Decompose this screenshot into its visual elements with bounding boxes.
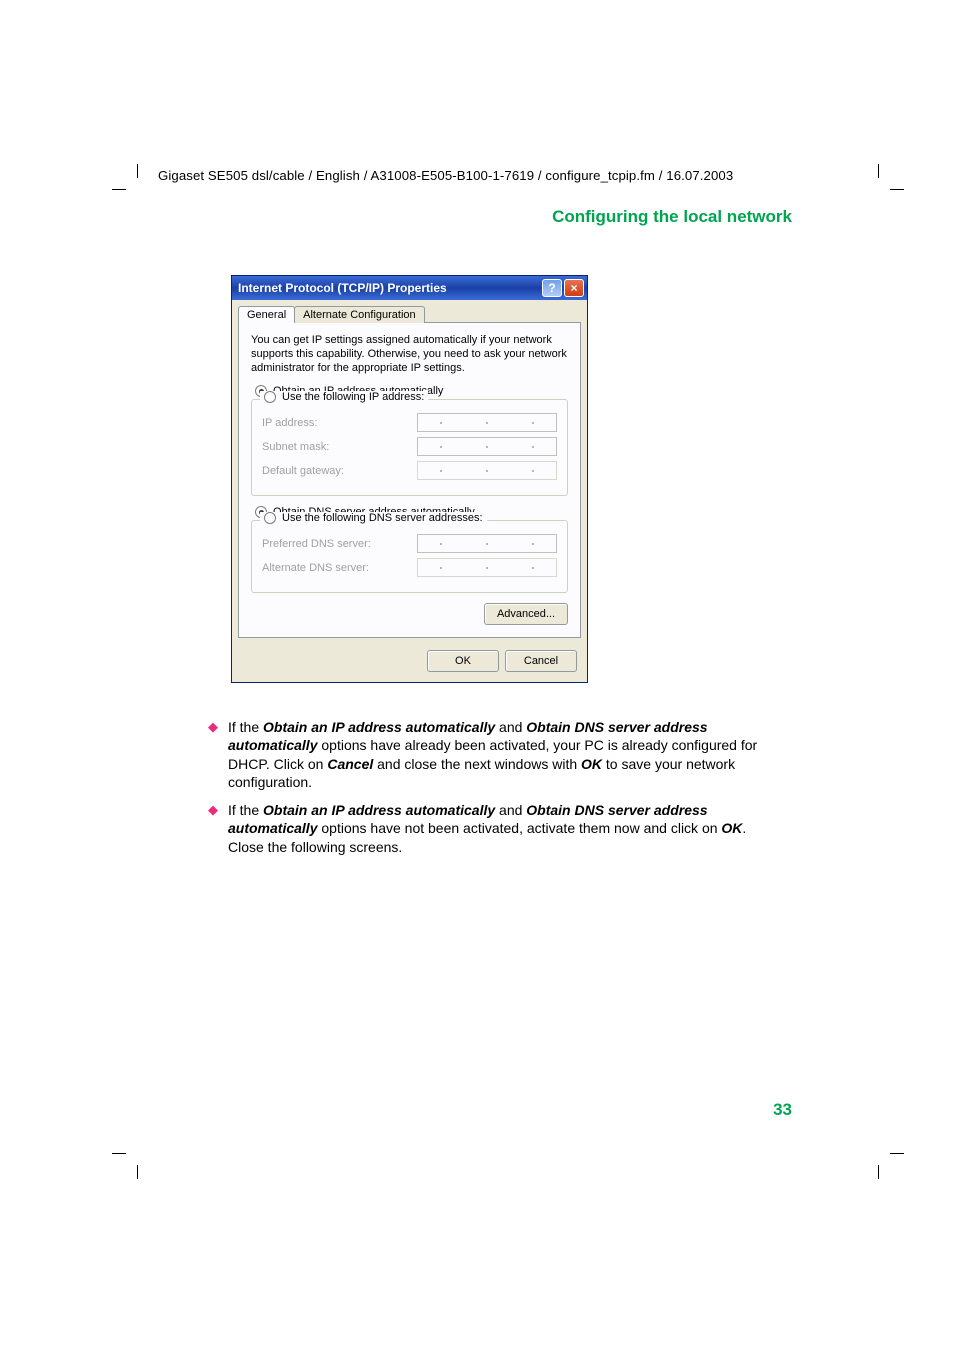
crop-mark bbox=[137, 1165, 138, 1179]
page: Gigaset SE505 dsl/cable / English / A310… bbox=[0, 0, 954, 1351]
list-text: If the Obtain an IP address automaticall… bbox=[228, 718, 782, 792]
page-number: 33 bbox=[773, 1100, 792, 1120]
ok-button[interactable]: OK bbox=[427, 650, 499, 672]
input-preferred-dns[interactable] bbox=[417, 534, 557, 553]
radio-icon bbox=[264, 391, 276, 403]
instruction-list: ◆ If the Obtain an IP address automatica… bbox=[208, 718, 782, 865]
intro-text: You can get IP settings assigned automat… bbox=[251, 333, 568, 375]
radio-icon bbox=[264, 512, 276, 524]
crop-mark bbox=[112, 1153, 126, 1154]
help-button[interactable]: ? bbox=[542, 279, 562, 297]
header-metadata: Gigaset SE505 dsl/cable / English / A310… bbox=[158, 168, 733, 183]
advanced-row: Advanced... bbox=[251, 603, 568, 625]
button-label: OK bbox=[455, 655, 471, 667]
list-item: ◆ If the Obtain an IP address automatica… bbox=[208, 801, 782, 856]
crop-mark bbox=[878, 164, 879, 178]
close-button[interactable]: × bbox=[564, 279, 584, 297]
list-item: ◆ If the Obtain an IP address automatica… bbox=[208, 718, 782, 792]
crop-mark bbox=[890, 189, 904, 190]
radio-label: Use the following IP address: bbox=[282, 391, 424, 403]
input-ip-address[interactable] bbox=[417, 413, 557, 432]
row-preferred-dns: Preferred DNS server: bbox=[262, 534, 557, 553]
cancel-button[interactable]: Cancel bbox=[505, 650, 577, 672]
crop-mark bbox=[137, 164, 138, 178]
dialog-title: Internet Protocol (TCP/IP) Properties bbox=[238, 281, 542, 295]
radio-label: Use the following DNS server addresses: bbox=[282, 512, 483, 524]
label-default-gateway: Default gateway: bbox=[262, 465, 417, 477]
tcp-ip-properties-dialog: Internet Protocol (TCP/IP) Properties ? … bbox=[231, 275, 588, 683]
row-default-gateway: Default gateway: bbox=[262, 461, 557, 480]
row-subnet-mask: Subnet mask: bbox=[262, 437, 557, 456]
bullet-icon: ◆ bbox=[208, 718, 218, 792]
radio-use-following-dns[interactable]: Use the following DNS server addresses: bbox=[260, 512, 487, 524]
list-text: If the Obtain an IP address automaticall… bbox=[228, 801, 782, 856]
input-subnet-mask[interactable] bbox=[417, 437, 557, 456]
button-label: Advanced... bbox=[497, 608, 555, 620]
label-preferred-dns: Preferred DNS server: bbox=[262, 538, 417, 550]
ip-fieldset: Use the following IP address: IP address… bbox=[251, 399, 568, 496]
label-subnet-mask: Subnet mask: bbox=[262, 441, 417, 453]
titlebar-buttons: ? × bbox=[542, 279, 584, 297]
crop-mark bbox=[878, 1165, 879, 1179]
tab-label: Alternate Configuration bbox=[303, 309, 416, 321]
row-alternate-dns: Alternate DNS server: bbox=[262, 558, 557, 577]
crop-mark bbox=[112, 189, 126, 190]
help-icon: ? bbox=[548, 281, 555, 295]
advanced-button[interactable]: Advanced... bbox=[484, 603, 568, 625]
tab-label: General bbox=[247, 309, 286, 321]
label-ip-address: IP address: bbox=[262, 417, 417, 429]
titlebar[interactable]: Internet Protocol (TCP/IP) Properties ? … bbox=[232, 276, 587, 300]
section-title: Configuring the local network bbox=[552, 207, 792, 227]
close-icon: × bbox=[570, 281, 577, 295]
input-alternate-dns[interactable] bbox=[417, 558, 557, 577]
tabstrip: General Alternate Configuration You can … bbox=[232, 300, 587, 638]
tab-alternate-configuration[interactable]: Alternate Configuration bbox=[294, 306, 425, 323]
button-label: Cancel bbox=[524, 655, 558, 667]
dns-fieldset: Use the following DNS server addresses: … bbox=[251, 520, 568, 593]
dialog-button-row: OK Cancel bbox=[232, 642, 587, 682]
tab-panel-general: You can get IP settings assigned automat… bbox=[238, 322, 581, 638]
row-ip-address: IP address: bbox=[262, 413, 557, 432]
label-alternate-dns: Alternate DNS server: bbox=[262, 562, 417, 574]
tab-general[interactable]: General bbox=[238, 306, 295, 323]
input-default-gateway[interactable] bbox=[417, 461, 557, 480]
radio-use-following-ip[interactable]: Use the following IP address: bbox=[260, 391, 428, 403]
crop-mark bbox=[890, 1153, 904, 1154]
bullet-icon: ◆ bbox=[208, 801, 218, 856]
